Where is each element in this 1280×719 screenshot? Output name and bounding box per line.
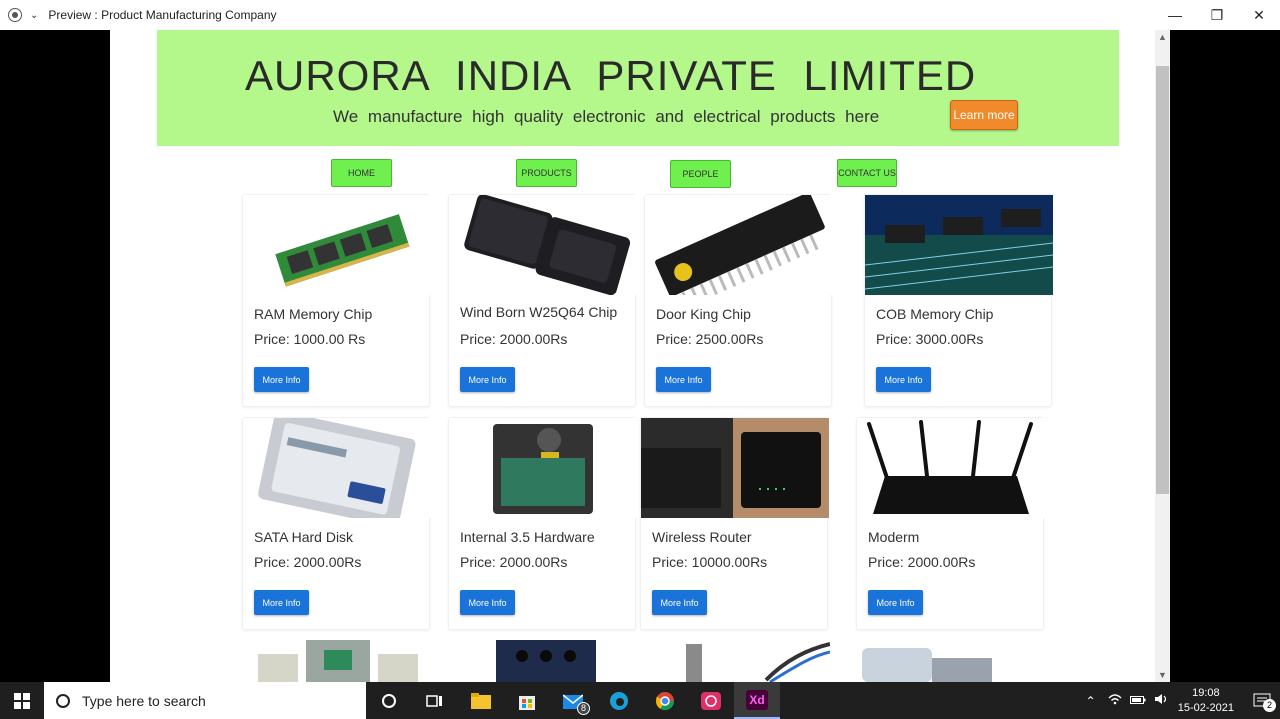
modem-image [857,418,1045,518]
sensor-cable-image [686,642,830,682]
file-explorer-icon[interactable] [458,682,504,719]
clock-date: 15-02-2021 [1177,701,1234,714]
product-card: Wireless Router Price: 10000.00Rs More I… [640,417,829,630]
product-price: Price: 2000.00Rs [254,554,362,570]
internal-hdd-image [449,418,637,518]
search-icon [56,693,70,708]
product-price: Price: 1000.00 Rs [254,331,366,347]
ram-chip-image [243,195,431,295]
product-price: Price: 2000.00Rs [460,554,568,570]
mail-icon[interactable]: 8 [550,682,596,719]
clock[interactable]: 19:08 15-02-2021 [1178,686,1234,716]
dip-chip-image [645,195,833,295]
product-card: RAM Memory Chip Price: 1000.00 Rs More I… [242,194,431,407]
windows-logo-icon [14,692,30,709]
more-info-button[interactable]: More Info [656,367,711,392]
clock-time: 19:08 [1192,686,1220,699]
product-name: Wind Born W25Q64 Chip [460,304,618,320]
more-info-button[interactable]: More Info [868,590,923,615]
product-price: Price: 2000.00Rs [460,331,568,347]
window-title: Preview : Product Manufacturing Company [48,8,277,22]
product-name: Wireless Router [652,529,752,545]
company-name: AURORA INDIA PRIVATE LIMITED [245,52,977,99]
site-header: AURORA INDIA PRIVATE LIMITED We manufact… [157,30,1119,146]
chevron-up-icon[interactable]: ⌃ [1086,694,1096,708]
close-button[interactable]: ✕ [1238,0,1280,30]
window-title-bar: ⌄ Preview : Product Manufacturing Compan… [0,0,1280,30]
xd-label: Xd [746,689,768,710]
product-card: Wind Born W25Q64 Chip Price: 2000.00Rs M… [448,194,637,407]
mail-badge: 8 [577,702,590,715]
vertical-scrollbar[interactable]: ▲ ▼ [1155,30,1170,682]
product-price: Price: 3000.00Rs [876,331,984,347]
volume-icon[interactable] [1154,693,1168,708]
more-info-button[interactable]: More Info [876,367,931,392]
product-name: SATA Hard Disk [254,529,354,545]
notification-badge: 2 [1263,698,1276,712]
scroll-up-arrow-icon[interactable]: ▲ [1155,30,1170,44]
more-info-button[interactable]: More Info [460,590,515,615]
product-name: Moderm [868,529,920,545]
scroll-down-arrow-icon[interactable]: ▼ [1155,668,1170,682]
wifi-icon[interactable] [1108,693,1122,708]
taskbar: Type here to search 8 Xd ⌃ 19:08 15-02-2… [0,682,1280,719]
product-card: Internal 3.5 Hardware Price: 2000.00Rs M… [448,417,637,630]
product-card: Moderm Price: 2000.00Rs More Info [856,417,1045,630]
product-name: RAM Memory Chip [254,306,373,322]
system-tray: ⌃ 19:08 15-02-2021 2 [1086,682,1280,719]
start-button[interactable] [0,682,44,719]
taskbar-search-box[interactable]: Type here to search [44,682,366,719]
product-price: Price: 10000.00Rs [652,554,768,570]
learn-more-button[interactable]: Learn more [950,100,1018,130]
cortana-icon[interactable] [366,682,412,719]
search-placeholder: Type here to search [82,692,206,709]
product-name: COB Memory Chip [876,306,994,322]
product-price: Price: 2000.00Rs [868,554,976,570]
product-card: SATA Hard Disk Price: 2000.00Rs More Inf… [242,417,431,630]
adobe-xd-icon[interactable]: Xd [734,682,780,719]
page-viewport: AURORA INDIA PRIVATE LIMITED We manufact… [110,30,1170,682]
wireless-router-image [641,418,829,518]
notification-center-icon[interactable]: 2 [1244,693,1280,712]
nav-home[interactable]: HOME [331,159,392,187]
restore-button[interactable]: ❐ [1196,0,1238,30]
nav-contact-us[interactable]: CONTACT US [837,159,897,187]
more-info-button[interactable]: More Info [652,590,707,615]
cob-chip-image [865,195,1053,295]
tagline: We manufacture high quality electronic a… [333,107,880,126]
task-view-icon[interactable] [412,682,458,719]
nav-people[interactable]: PEOPLE [670,160,731,188]
switch-gear-image [258,640,418,682]
scrollbar-thumb[interactable] [1156,66,1169,494]
nav-products[interactable]: PRODUCTS [516,159,577,187]
product-card: Door King Chip Price: 2500.00Rs More Inf… [644,194,833,407]
pressure-sensor-image [862,648,992,682]
product-card: COB Memory Chip Price: 3000.00Rs More In… [864,194,1053,407]
chrome-icon[interactable] [642,682,688,719]
hard-disk-image [243,418,431,518]
preview-radio-icon[interactable] [8,8,22,22]
battery-icon[interactable] [1129,694,1146,708]
edge-icon[interactable] [596,682,642,719]
chevron-down-icon[interactable]: ⌄ [30,10,38,21]
minimize-button[interactable]: — [1154,0,1196,30]
w25q64-chip-image [449,195,637,295]
more-info-button[interactable]: More Info [460,367,515,392]
store-icon[interactable] [504,682,550,719]
product-name: Internal 3.5 Hardware [460,529,595,545]
photos-app-icon[interactable] [688,682,734,719]
more-info-button[interactable]: More Info [254,590,309,615]
more-info-button[interactable]: More Info [254,367,309,392]
product-price: Price: 2500.00Rs [656,331,764,347]
contactor-image [496,640,596,682]
product-name: Door King Chip [656,306,751,322]
